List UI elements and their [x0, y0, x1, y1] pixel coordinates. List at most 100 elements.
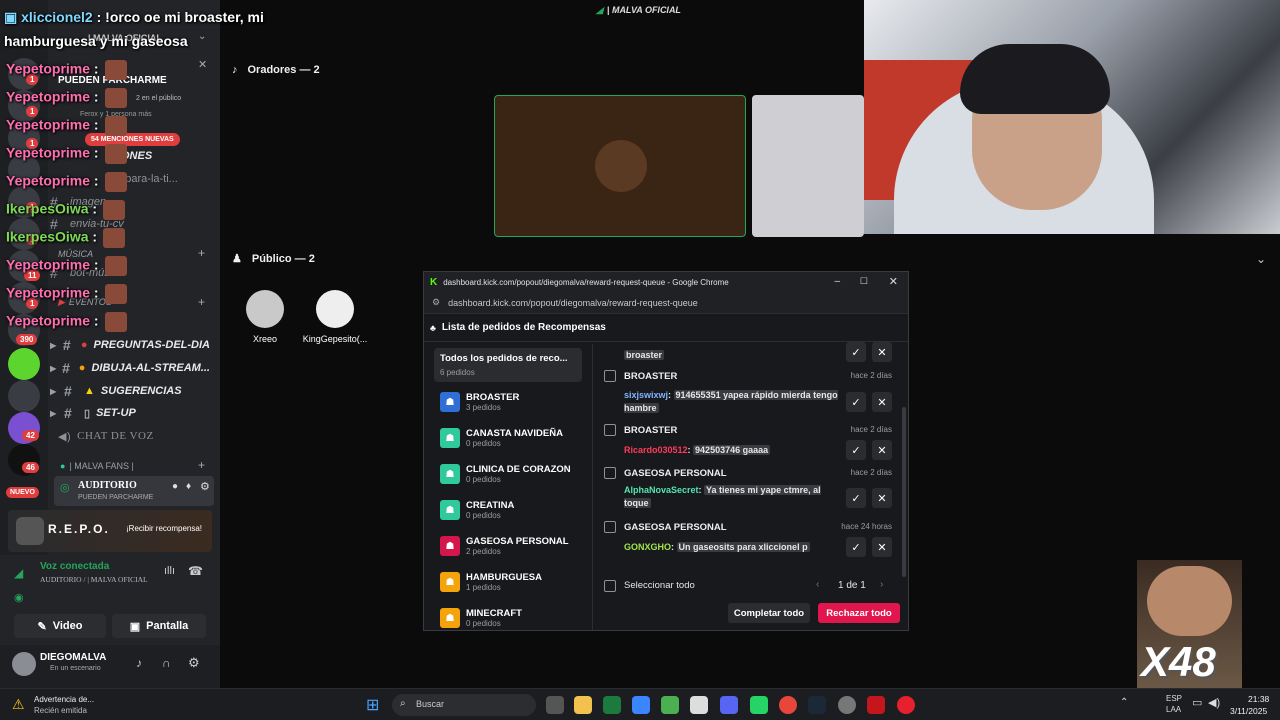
- opera-icon[interactable]: [897, 696, 915, 714]
- channel-item[interactable]: ▶ # ● DIBUJA-AL-STREAM...: [50, 358, 210, 378]
- category-all[interactable]: Todos los pedidos de reco... 6 pedidos: [434, 348, 582, 382]
- activity-card[interactable]: R.E.P.O. ¡Recibir recompensa!: [8, 510, 212, 552]
- disconnect-icon[interactable]: ☎: [188, 564, 203, 578]
- gear-icon[interactable]: ⚙: [188, 655, 200, 671]
- category-item[interactable]: ☗ CANASTA NAVIDEÑA 0 pedidos: [440, 422, 590, 454]
- category-item[interactable]: ☗ MINECRAFT 0 pedidos: [440, 602, 590, 630]
- event-audience: 2 en el público: [136, 95, 182, 102]
- minimize-icon[interactable]: –: [834, 276, 840, 287]
- server-icon[interactable]: [8, 380, 40, 412]
- accept-button[interactable]: ✓: [846, 488, 866, 508]
- store-icon[interactable]: [632, 696, 650, 714]
- add-channel-icon[interactable]: +: [198, 246, 205, 260]
- reject-button[interactable]: ✕: [872, 392, 892, 412]
- windows-start-icon[interactable]: ⊞: [366, 695, 379, 715]
- voice-channel[interactable]: ◀) CHAT DE VOZ: [58, 426, 218, 446]
- whatsapp-icon[interactable]: [750, 696, 768, 714]
- channel-item[interactable]: ▶ # ▲ SUGERENCIAS: [50, 381, 210, 401]
- avatar[interactable]: [12, 652, 36, 676]
- chevron-down-icon[interactable]: ⌄: [198, 31, 206, 42]
- select-all-label[interactable]: Seleccionar todo: [624, 580, 695, 591]
- reject-button[interactable]: ✕: [872, 440, 892, 460]
- channel-item[interactable]: ▶ # ▯ SET-UP: [50, 403, 210, 423]
- complete-all-button[interactable]: Completar todo: [728, 603, 810, 623]
- chevron-down-icon[interactable]: ⌄: [1256, 252, 1266, 266]
- channel-label: PREGUNTAS-DEL-DIA: [93, 339, 210, 351]
- category-fans[interactable]: ● | MALVA FANS |: [60, 461, 134, 471]
- add-channel-icon[interactable]: +: [198, 295, 205, 309]
- reject-all-button[interactable]: Rechazar todo: [818, 603, 900, 623]
- search-box[interactable]: ⌕ Buscar: [392, 694, 536, 716]
- maximize-icon[interactable]: ☐: [860, 276, 868, 287]
- category-name: CREATINA: [466, 500, 515, 511]
- scrollbar[interactable]: [902, 407, 906, 577]
- accept-button[interactable]: ✓: [846, 537, 866, 557]
- address-bar[interactable]: ⚙ dashboard.kick.com/popout/diegomalva/r…: [424, 292, 908, 314]
- emote-icon: [103, 200, 126, 220]
- chrome-icon[interactable]: [779, 696, 797, 714]
- volume-icon[interactable]: ◀): [1208, 696, 1220, 709]
- clock-time[interactable]: 21:38: [1248, 694, 1269, 704]
- accept-button[interactable]: ✓: [846, 342, 866, 362]
- chevron-up-icon[interactable]: ⌃: [1120, 697, 1128, 708]
- steam-icon[interactable]: [808, 696, 826, 714]
- speaker-tile[interactable]: [752, 95, 864, 237]
- noise-icon[interactable]: ıllı: [164, 565, 175, 577]
- video-button[interactable]: ✎ Video: [14, 614, 106, 638]
- audience-member[interactable]: KingGepesito(...: [300, 290, 370, 344]
- next-page-icon[interactable]: ›: [880, 579, 883, 590]
- category-item[interactable]: ☗ CLINICA DE CORAZON 0 pedidos: [440, 458, 590, 490]
- language[interactable]: ESP: [1166, 694, 1182, 703]
- category-item[interactable]: ☗ GASEOSA PERSONAL 2 pedidos: [440, 530, 590, 562]
- microphone-icon[interactable]: ♪: [136, 656, 142, 670]
- network-icon[interactable]: ▭: [1192, 696, 1202, 709]
- accept-button[interactable]: ✓: [846, 392, 866, 412]
- minecraft-icon[interactable]: [661, 696, 679, 714]
- request-user: sixjswixwj: [624, 390, 669, 400]
- reject-button[interactable]: ✕: [872, 537, 892, 557]
- accept-button[interactable]: ✓: [846, 440, 866, 460]
- close-icon[interactable]: ✕: [198, 58, 207, 71]
- notice-title[interactable]: Advertencia de...: [34, 695, 94, 704]
- file-explorer-icon[interactable]: [574, 696, 592, 714]
- audience-member[interactable]: Xreeo: [230, 290, 300, 344]
- category-item[interactable]: ☗ HAMBURGUESA 1 pedidos: [440, 566, 590, 598]
- stage-channel[interactable]: ◎ AUDITORIO PUEDEN PARCHARME ● ♦ ⚙: [54, 476, 214, 506]
- request-message: AlphaNovaSecret: Ya tienes mi yape ctmre…: [624, 485, 821, 508]
- select-all-checkbox[interactable]: [604, 580, 616, 592]
- obs-icon[interactable]: [838, 696, 856, 714]
- app-icon[interactable]: [867, 696, 885, 714]
- request-checkbox[interactable]: [604, 521, 616, 533]
- site-info-icon[interactable]: ⚙: [432, 297, 440, 308]
- speaker-tile[interactable]: [494, 95, 746, 237]
- channel-item[interactable]: ▶ # ● PREGUNTAS-DEL-DIA: [50, 335, 210, 355]
- server-icon[interactable]: [8, 348, 40, 380]
- channel-item[interactable]: ps-para-la-ti...: [110, 169, 270, 189]
- xbox-icon[interactable]: [603, 696, 621, 714]
- request-checkbox[interactable]: [604, 370, 616, 382]
- people-icon: ♟: [232, 253, 242, 265]
- gear-icon[interactable]: ⚙: [200, 480, 210, 493]
- add-user-icon[interactable]: ♦: [186, 481, 191, 492]
- request-checkbox[interactable]: [604, 424, 616, 436]
- reward-action[interactable]: ¡Recibir recompensa!: [126, 524, 202, 533]
- search-icon: ⌕: [400, 698, 406, 709]
- chat-icon[interactable]: ●: [172, 481, 178, 492]
- screen-button[interactable]: ▣ Pantalla: [112, 614, 206, 638]
- category-item[interactable]: ☗ CREATINA 0 pedidos: [440, 494, 590, 526]
- channel-item[interactable]: CIONES: [110, 146, 270, 166]
- reject-button[interactable]: ✕: [872, 342, 892, 362]
- chat-sep: :: [93, 312, 99, 329]
- task-view-icon[interactable]: [546, 696, 564, 714]
- request-checkbox[interactable]: [604, 467, 616, 479]
- add-channel-icon[interactable]: +: [198, 458, 205, 472]
- activity-icon[interactable]: ◉: [14, 591, 24, 604]
- prev-page-icon[interactable]: ‹: [816, 579, 819, 590]
- app-icon[interactable]: [690, 696, 708, 714]
- discord-icon[interactable]: [720, 696, 738, 714]
- close-icon[interactable]: ✕: [889, 275, 898, 288]
- window-titlebar[interactable]: K dashboard.kick.com/popout/diegomalva/r…: [424, 272, 908, 292]
- category-item[interactable]: ☗ BROASTER 3 pedidos: [440, 386, 590, 418]
- reject-button[interactable]: ✕: [872, 488, 892, 508]
- headphones-icon[interactable]: ∩: [162, 656, 171, 670]
